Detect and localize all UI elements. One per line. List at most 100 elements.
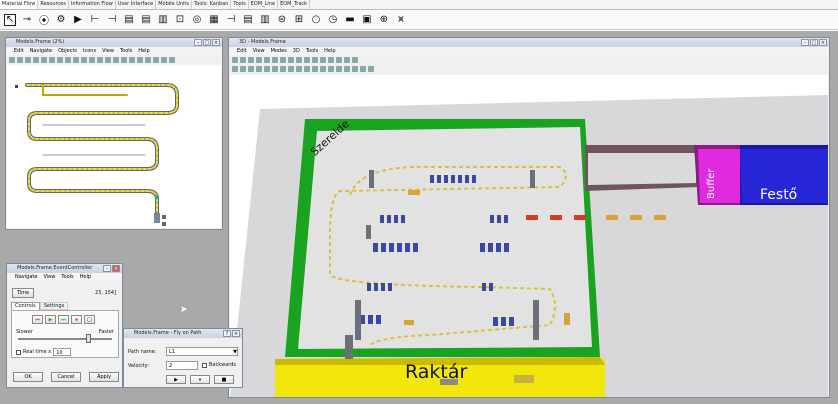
assembly-icon[interactable]: ⩙ (395, 14, 407, 26)
start-button[interactable]: ▶ (45, 315, 56, 324)
track-icon[interactable]: ▥ (259, 14, 271, 26)
menu-item[interactable]: Help (138, 47, 149, 55)
tool-icon[interactable] (105, 56, 111, 63)
stop-button[interactable]: ■ (214, 375, 234, 384)
tool-icon[interactable] (352, 65, 358, 72)
cycle-icon[interactable]: ◎ (191, 14, 203, 26)
maximize-button[interactable]: □ (810, 39, 818, 46)
tool-icon[interactable] (129, 56, 135, 63)
tool-icon[interactable] (320, 65, 326, 72)
tab-8[interactable]: EOM_Track (278, 0, 311, 9)
tab-6[interactable]: Tools (231, 0, 249, 9)
speed-slider-thumb[interactable] (86, 334, 91, 343)
maximize-button[interactable]: □ (203, 39, 211, 46)
tool-icon[interactable] (161, 56, 167, 63)
station-icon[interactable]: ⊡ (174, 14, 186, 26)
tool-icon[interactable] (296, 56, 302, 63)
tool-icon[interactable] (336, 65, 342, 72)
tool-icon[interactable] (288, 65, 294, 72)
tool-icon[interactable] (280, 56, 286, 63)
menu-item[interactable]: View (253, 47, 265, 55)
drain-icon[interactable]: ▬ (344, 14, 356, 26)
menu-item[interactable]: Objects (58, 47, 77, 55)
sorter-icon[interactable]: ⊞ (293, 14, 305, 26)
tool-icon[interactable] (17, 56, 23, 63)
fly-on-path-title-bar[interactable]: Models.Frame - Fly on Path ? × (124, 329, 242, 338)
tool-icon[interactable] (360, 65, 366, 72)
tool-icon[interactable] (25, 56, 31, 63)
frame-icon[interactable]: ▣ (361, 14, 373, 26)
realtime-field[interactable]: 10 (53, 348, 72, 356)
tool-icon[interactable] (352, 56, 358, 63)
menu-item[interactable]: Tools (61, 273, 73, 281)
line-icon[interactable]: ▤ (140, 14, 152, 26)
frame-3d-title-bar[interactable]: 3D - Models.Frame – □ × (229, 38, 829, 47)
tab-controls[interactable]: Controls (11, 302, 40, 310)
tool-icon[interactable] (113, 56, 119, 63)
realtime-checkbox[interactable] (16, 349, 21, 355)
menu-item[interactable]: Navigate (15, 273, 37, 281)
tool-icon[interactable] (256, 65, 262, 72)
connector-icon[interactable]: ⊸ (21, 14, 33, 26)
source-icon[interactable]: ⦿ (38, 14, 50, 27)
tab-3[interactable]: User Interface (116, 0, 157, 9)
tool-icon[interactable] (232, 65, 238, 72)
circle-icon[interactable]: ○ (310, 14, 322, 26)
stop-button[interactable]: ⏹ (71, 315, 82, 324)
tab-4[interactable]: Mobile Units (156, 0, 192, 9)
tool-icon[interactable] (49, 56, 55, 63)
tool-icon[interactable] (41, 56, 47, 63)
tool-icon[interactable] (89, 56, 95, 63)
tool-icon[interactable] (264, 56, 270, 63)
tool-icon[interactable] (9, 56, 15, 63)
minimize-button[interactable]: – (194, 39, 202, 46)
tool-icon[interactable] (312, 65, 318, 72)
close-button[interactable]: × (212, 39, 220, 46)
tool-icon[interactable] (240, 56, 246, 63)
store-icon[interactable]: ⊣ (106, 14, 118, 26)
tab-5[interactable]: Tools: Kanban (192, 0, 232, 9)
tab-1[interactable]: Resources (38, 0, 69, 9)
tool-icon[interactable] (272, 65, 278, 72)
tool-icon[interactable] (320, 56, 326, 63)
tool-icon[interactable] (264, 65, 270, 72)
tool-icon[interactable] (169, 56, 175, 63)
tool-icon[interactable] (328, 65, 334, 72)
gear-icon[interactable]: ⚙ (55, 14, 67, 26)
tool-icon[interactable] (296, 65, 302, 72)
menu-item[interactable]: View (102, 47, 114, 55)
store-icon[interactable]: ⊣ (225, 14, 237, 26)
tool-icon[interactable] (153, 56, 159, 63)
tab-2[interactable]: Information Flow (69, 0, 116, 9)
help-button[interactable]: ? (223, 330, 231, 337)
tool-icon[interactable] (57, 56, 63, 63)
ok-button[interactable]: OK (13, 372, 43, 382)
close-button[interactable]: × (112, 265, 120, 272)
tool-icon[interactable] (328, 56, 334, 63)
tool-icon[interactable] (81, 56, 87, 63)
tool-icon[interactable] (272, 56, 278, 63)
tool-icon[interactable] (288, 56, 294, 63)
menu-item[interactable]: View (43, 273, 55, 281)
line-icon[interactable]: ▤ (242, 14, 254, 26)
tool-icon[interactable] (248, 65, 254, 72)
clock-icon[interactable]: ◷ (327, 14, 339, 26)
frame-2d-canvas[interactable] (7, 65, 221, 228)
tool-icon[interactable] (145, 56, 151, 63)
frame-2d-title-bar[interactable]: Models.Frame (2%) – □ × (6, 38, 222, 47)
turntable-icon[interactable]: ⊜ (276, 14, 288, 26)
tool-icon[interactable] (368, 65, 374, 72)
speed-slider[interactable] (18, 338, 112, 340)
tool-icon[interactable] (121, 56, 127, 63)
play-icon[interactable]: ▶ (72, 14, 84, 26)
globe-icon[interactable]: ⊕ (378, 14, 390, 26)
minimize-button[interactable]: – (801, 39, 809, 46)
path-select[interactable]: L1 ▼ (166, 347, 238, 356)
close-button[interactable]: × (232, 330, 240, 337)
tool-icon[interactable] (280, 65, 286, 72)
tool-icon[interactable] (33, 56, 39, 63)
play-button[interactable]: ▶ (166, 375, 186, 384)
tool-icon[interactable] (248, 56, 254, 63)
track-icon[interactable]: ▥ (157, 14, 169, 26)
buffer-icon[interactable]: ⊢ (89, 14, 101, 26)
